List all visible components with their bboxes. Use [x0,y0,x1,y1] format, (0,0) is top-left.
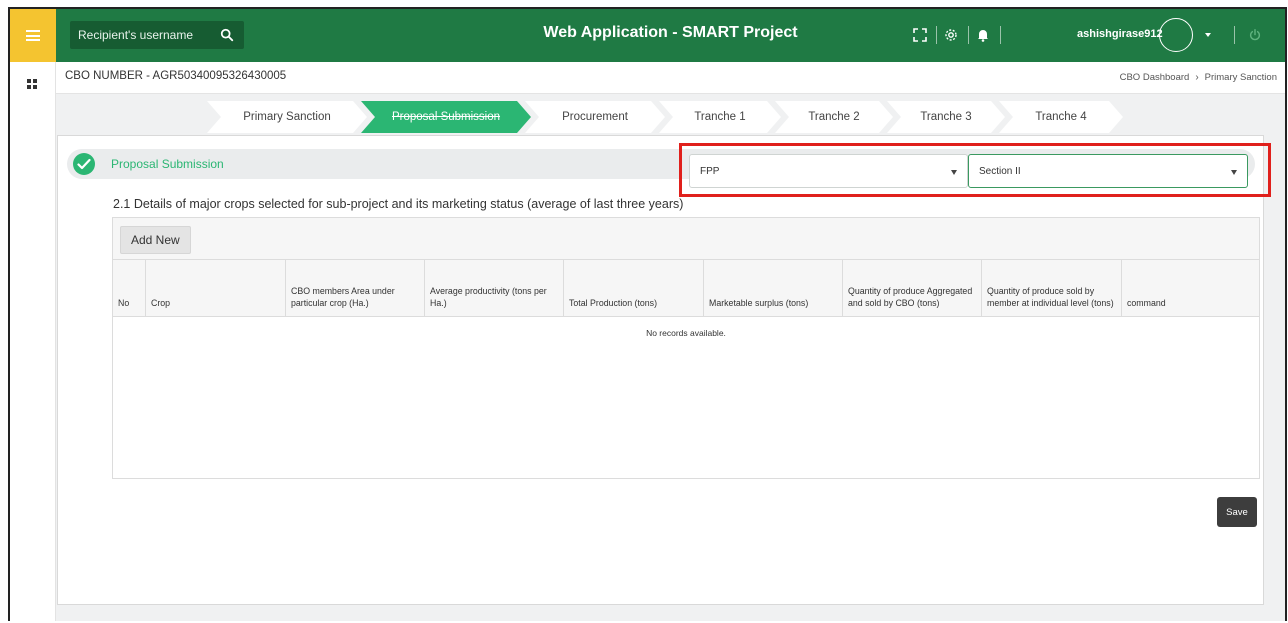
table-heading: 2.1 Details of major crops selected for … [113,197,684,211]
username-label[interactable]: ashishgirase912 [1077,28,1163,40]
settings-icon[interactable] [943,27,959,43]
type-select-value: FPP [700,166,720,177]
crops-grid: Add New No Crop CBO members Area under p… [112,217,1260,479]
step-label: Procurement [562,111,628,123]
column-header-command[interactable]: command [1121,260,1259,317]
step-tranche-1[interactable]: Tranche 1 [659,101,781,133]
type-select[interactable]: FPP [689,154,968,188]
search-input[interactable] [78,28,208,42]
add-new-button[interactable]: Add New [120,226,191,254]
column-header-productivity[interactable]: Average productivity (tons per Ha.) [424,260,563,317]
step-primary-sanction[interactable]: Primary Sanction [207,101,367,133]
header-divider [1000,26,1001,44]
step-label: Tranche 3 [920,111,972,123]
left-rail [10,62,56,621]
fullscreen-icon[interactable] [912,27,928,43]
column-header-individual[interactable]: Quantity of produce sold by member at in… [981,260,1121,317]
grid-toolbar: Add New [113,218,1259,260]
top-header: Web Application - SMART Project ashishgi… [56,9,1285,62]
header-divider [936,26,937,44]
section-title: Proposal Submission [111,157,224,171]
header-divider [968,26,969,44]
breadcrumb-item-dashboard[interactable]: CBO Dashboard [1120,72,1190,83]
empty-state-text: No records available. [646,328,726,338]
breadcrumb: CBO Dashboard › Primary Sanction [1120,72,1277,83]
step-tranche-2[interactable]: Tranche 2 [775,101,893,133]
cbo-number: CBO NUMBER - AGR50340095326430005 [65,70,287,82]
step-label: Primary Sanction [243,111,331,123]
menu-icon [26,30,40,41]
search-icon[interactable] [220,28,234,42]
section-select-value: Section II [979,166,1021,177]
step-tranche-4[interactable]: Tranche 4 [999,101,1123,133]
grid-header: No Crop CBO members Area under particula… [113,260,1259,317]
step-label: Tranche 4 [1035,111,1087,123]
menu-toggle-button[interactable] [10,9,56,62]
chevron-down-icon [951,170,957,175]
column-header-no[interactable]: No [113,260,145,317]
breadcrumb-item-primary-sanction[interactable]: Primary Sanction [1205,72,1277,83]
step-label: Tranche 2 [808,111,860,123]
sub-header: CBO NUMBER - AGR50340095326430005 CBO Da… [56,62,1285,94]
header-divider [1234,26,1235,44]
column-header-crop[interactable]: Crop [145,260,285,317]
section-select[interactable]: Section II [968,154,1248,188]
workflow-stepper: Primary Sanction Proposal Submission Pro… [10,101,1285,135]
avatar[interactable] [1159,18,1193,52]
chevron-right-icon: › [1195,72,1199,83]
grid-icon[interactable] [27,79,37,89]
save-button[interactable]: Save [1217,497,1257,527]
step-procurement[interactable]: Procurement [525,101,665,133]
search-box [70,21,244,49]
chevron-down-icon [1231,170,1237,175]
step-label: Tranche 1 [694,111,746,123]
check-circle-icon [73,153,95,175]
power-icon[interactable] [1248,28,1262,42]
column-header-area[interactable]: CBO members Area under particular crop (… [285,260,424,317]
column-header-aggregated[interactable]: Quantity of produce Aggregated and sold … [842,260,981,317]
step-proposal-submission[interactable]: Proposal Submission [361,101,531,133]
chevron-down-icon[interactable] [1205,33,1211,37]
step-tranche-3[interactable]: Tranche 3 [887,101,1005,133]
bell-icon[interactable] [975,27,991,43]
column-header-total-production[interactable]: Total Production (tons) [563,260,703,317]
step-label: Proposal Submission [391,111,501,123]
column-header-marketable-surplus[interactable]: Marketable surplus (tons) [703,260,842,317]
